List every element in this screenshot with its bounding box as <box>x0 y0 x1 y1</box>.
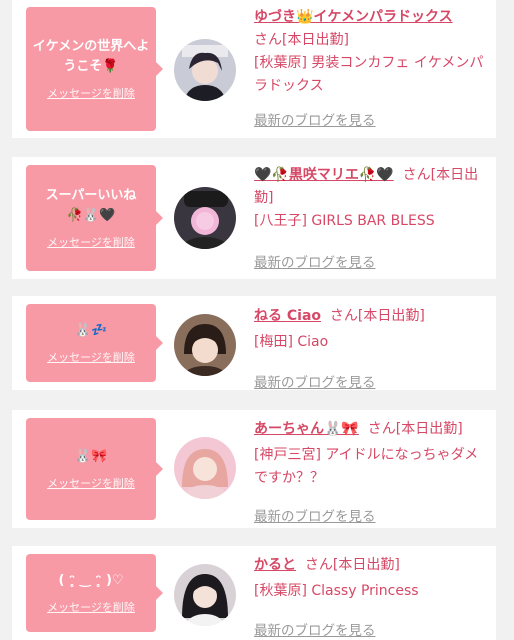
avatar[interactable] <box>174 314 236 376</box>
message-bubble: スーパーいいね🥀🐰🖤 メッセージを削除 <box>26 165 163 271</box>
cast-status: さん[本日出勤] <box>329 308 425 324</box>
blog-link[interactable]: 最新のブログを見る <box>254 372 376 395</box>
message-text: ( ᵔ̥ ‿ ᵔ̥ )♡ <box>58 573 124 588</box>
delete-message-link[interactable]: メッセージを削除 <box>47 234 135 250</box>
message-card: スーパーいいね🥀🐰🖤 メッセージを削除 🖤🥀黒咲マリエ🥀🖤 さん[本日出勤] [… <box>12 157 496 279</box>
message-bubble: ( ᵔ̥ ‿ ᵔ̥ )♡ メッセージを削除 <box>26 554 163 632</box>
cast-status: さん[本日出勤] <box>304 557 400 573</box>
message-bubble: 🐰💤 メッセージを削除 <box>26 304 163 382</box>
message-bubble: イケメンの世界へようこそ🌹 メッセージを削除 <box>26 7 163 131</box>
message-card: 🐰💤 メッセージを削除 ねる Ciao さん[本日出勤] [梅田] Ciao 最… <box>12 296 496 391</box>
card-info: あーちゃん🐰🎀 さん[本日出勤] [神戸三宮] アイドルになっちゃダメですか？？… <box>254 418 492 525</box>
avatar[interactable] <box>174 39 236 101</box>
message-card: イケメンの世界へようこそ🌹 メッセージを削除 ゆづき👑イケメンパラドックス さん… <box>12 0 496 138</box>
message-bubble: 🐰🎀 メッセージを削除 <box>26 418 163 520</box>
delete-message-link[interactable]: メッセージを削除 <box>47 599 135 615</box>
message-text: イケメンの世界へようこそ🌹 <box>32 39 150 74</box>
blog-link[interactable]: 最新のブログを見る <box>254 252 376 275</box>
blog-link[interactable]: 最新のブログを見る <box>254 506 376 529</box>
message-text: 🐰💤 <box>74 323 108 338</box>
delete-message-link[interactable]: メッセージを削除 <box>47 475 135 491</box>
card-info: ゆづき👑イケメンパラドックス さん[本日出勤] [秋葉原] 男装コンカフェ イケ… <box>254 6 492 129</box>
shop-name: [秋葉原] Classy Princess <box>254 583 419 599</box>
delete-message-link[interactable]: メッセージを削除 <box>47 85 135 101</box>
avatar[interactable] <box>174 564 236 626</box>
shop-name: [神戸三宮] アイドルになっちゃダメですか？？ <box>254 447 479 486</box>
shop-name: [秋葉原] 男装コンカフェ イケメンパラドックス <box>254 55 484 94</box>
message-card: ( ᵔ̥ ‿ ᵔ̥ )♡ メッセージを削除 かると さん[本日出勤] [秋葉原]… <box>12 546 496 640</box>
shop-name: [梅田] Ciao <box>254 334 329 350</box>
cast-status: さん[本日出勤] <box>367 421 463 437</box>
message-text: 🐰🎀 <box>74 449 108 464</box>
card-info: ねる Ciao さん[本日出勤] [梅田] Ciao 最新のブログを見る <box>254 305 492 391</box>
delete-message-link[interactable]: メッセージを削除 <box>47 349 135 365</box>
avatar[interactable] <box>174 437 236 499</box>
card-info: 🖤🥀黒咲マリエ🥀🖤 さん[本日出勤] [八王子] GIRLS BAR BLESS… <box>254 164 492 271</box>
cast-name-link[interactable]: 🖤🥀黒咲マリエ🥀🖤 <box>254 167 394 183</box>
blog-link[interactable]: 最新のブログを見る <box>254 620 376 640</box>
message-text: スーパーいいね🥀🐰🖤 <box>45 188 137 223</box>
shop-name: [八王子] GIRLS BAR BLESS <box>254 213 435 229</box>
cast-name-link[interactable]: あーちゃん🐰🎀 <box>254 421 359 437</box>
cast-name-link[interactable]: ゆづき👑イケメンパラドックス <box>254 9 453 25</box>
avatar[interactable] <box>174 187 236 249</box>
blog-link[interactable]: 最新のブログを見る <box>254 110 376 133</box>
cast-name-link[interactable]: ねる Ciao <box>254 308 321 324</box>
cast-status: さん[本日出勤] <box>254 32 349 48</box>
cast-name-link[interactable]: かると <box>254 557 296 573</box>
card-info: かると さん[本日出勤] [秋葉原] Classy Princess 最新のブロ… <box>254 554 492 639</box>
message-card: 🐰🎀 メッセージを削除 あーちゃん🐰🎀 さん[本日出勤] [神戸三宮] アイドル… <box>12 410 496 528</box>
